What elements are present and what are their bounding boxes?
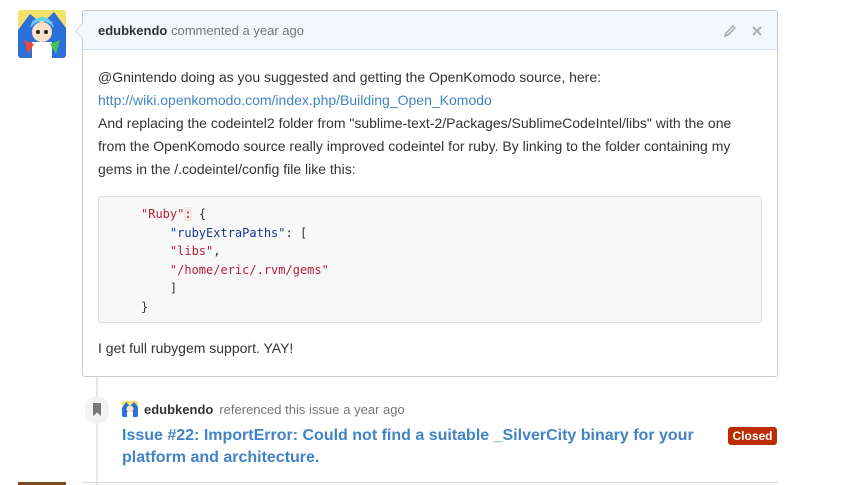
reference-event: edubkendo referenced this issue a year a… [122, 401, 405, 417]
comment-text-line: from the OpenKomodo source really improv… [98, 138, 731, 154]
code-line: "rubyExtraPaths": [ [169, 225, 308, 240]
code-line: ] [169, 281, 178, 296]
comment-text-line: And replacing the codeintel2 folder from… [98, 115, 732, 131]
mini-avatar[interactable] [122, 401, 138, 417]
comment-header: edubkendo commented a year ago [83, 11, 777, 50]
pencil-icon[interactable] [723, 24, 737, 38]
avatar[interactable] [18, 10, 66, 58]
comment-body: @Gnintendo doing as you suggested and ge… [83, 50, 777, 360]
comment-text-line: @Gnintendo doing as you suggested and ge… [98, 69, 602, 85]
comment-action: commented [170, 23, 239, 38]
comment-time[interactable]: a year ago [243, 23, 304, 38]
divider [82, 482, 778, 483]
code-line: "libs", [169, 244, 221, 259]
reference-author[interactable]: edubkendo [144, 402, 213, 417]
code-line: "/home/eric/.rvm/gems" [169, 262, 329, 277]
timeline-line [96, 377, 98, 485]
comment-text-line: gems in the /.codeintel/config file like… [98, 161, 356, 177]
reference-time[interactable]: a year ago [343, 402, 404, 417]
referenced-issue-link[interactable]: Issue #22: ImportError: Could not find a… [122, 425, 712, 469]
bookmark-icon [85, 396, 109, 424]
code-block: "Ruby": { "rubyExtraPaths": [ "libs", "/… [98, 196, 762, 323]
code-line: } [141, 299, 149, 314]
status-badge: Closed [728, 427, 777, 445]
comment-link[interactable]: http://wiki.openkomodo.com/index.php/Bui… [98, 92, 492, 108]
reference-text: referenced this issue [219, 401, 340, 417]
close-icon[interactable] [751, 25, 763, 37]
comment-box: edubkendo commented a year ago @Gnintend… [75, 10, 778, 377]
code-line: "Ruby": { [141, 207, 207, 221]
comment-final-line: I get full rubygem support. YAY! [98, 340, 294, 356]
comment-author[interactable]: edubkendo [98, 23, 167, 38]
